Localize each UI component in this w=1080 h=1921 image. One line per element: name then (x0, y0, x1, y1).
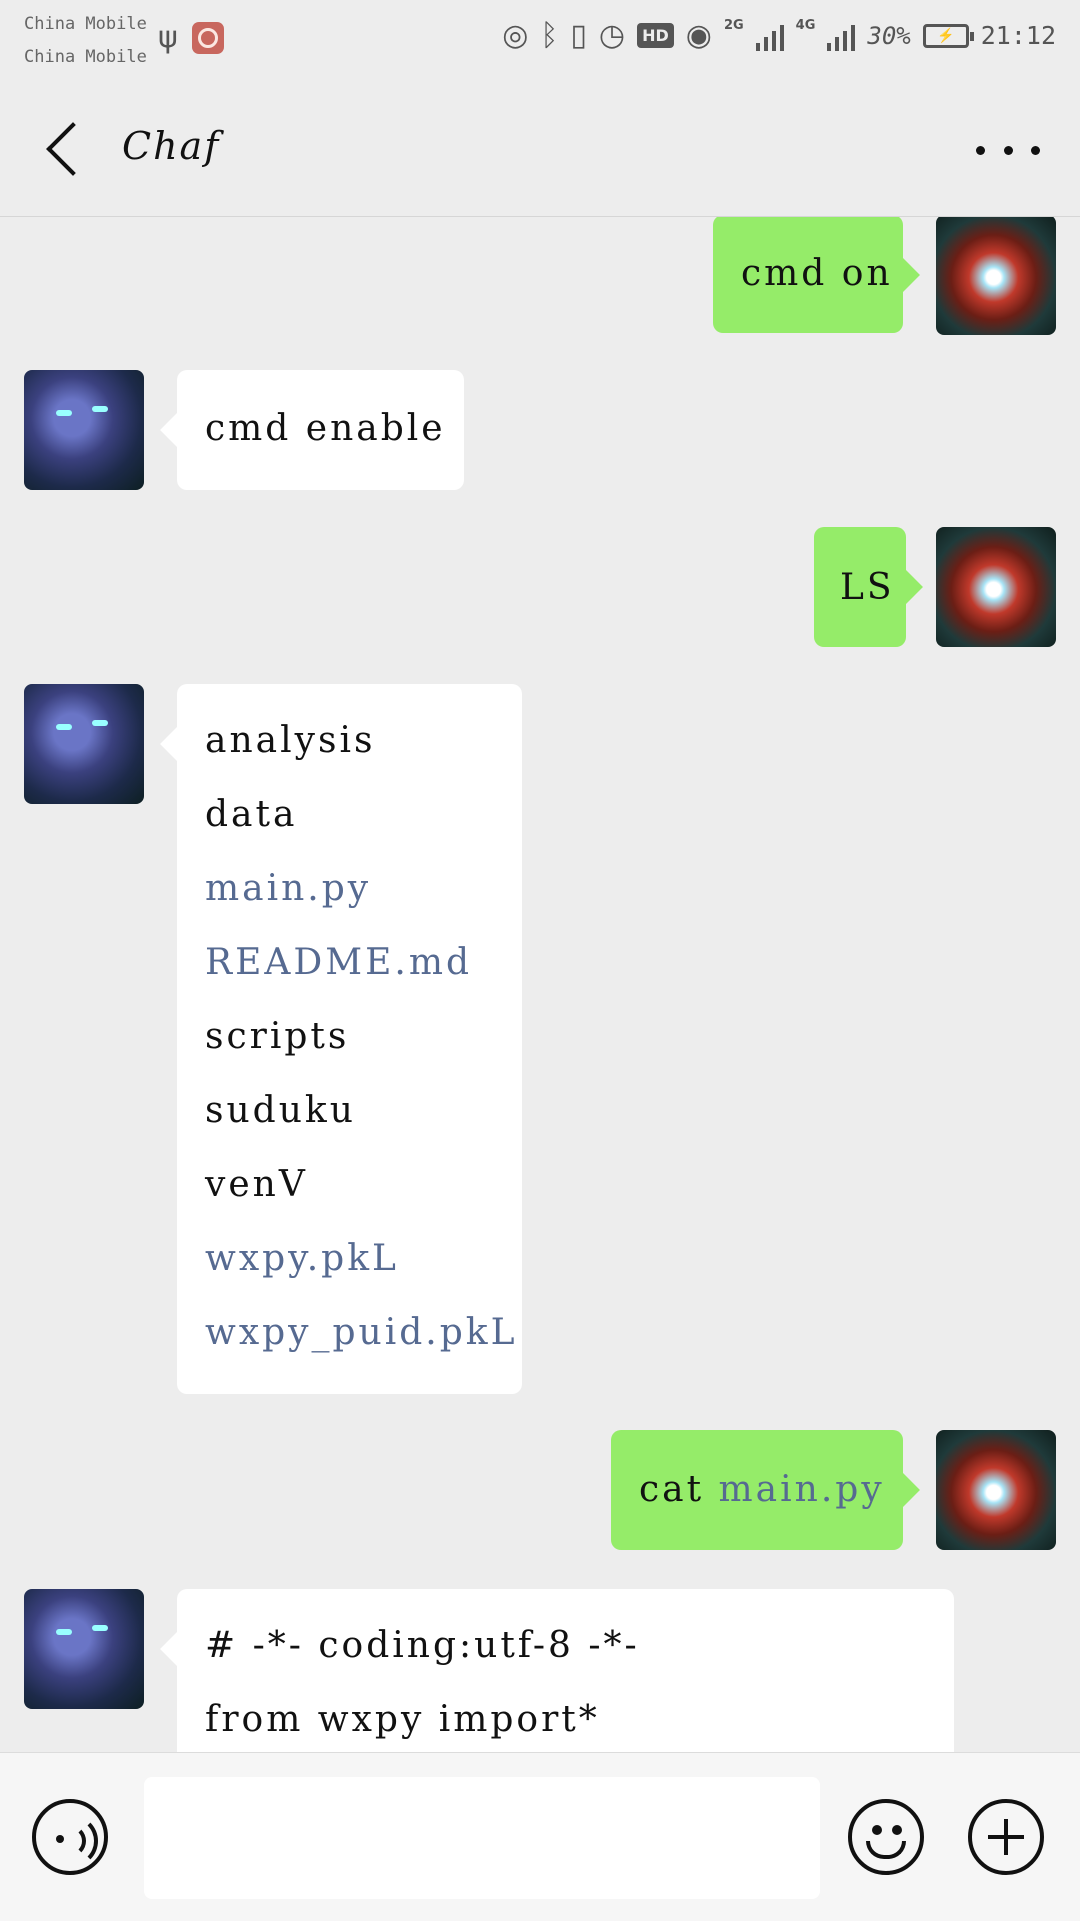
emoji-button[interactable] (848, 1799, 924, 1875)
more-dot-icon (1003, 145, 1013, 155)
file-list-item: suduku (205, 1090, 356, 1131)
bluetooth-icon: ᛒ (540, 18, 559, 53)
back-button[interactable] (40, 120, 90, 180)
contact-avatar[interactable] (24, 370, 144, 490)
message-text: LS (840, 567, 895, 608)
eye-icon: ◉ (685, 18, 712, 53)
file-link[interactable]: main.py (205, 852, 522, 926)
command-text: cat (639, 1469, 705, 1510)
more-dot-icon (976, 145, 985, 155)
my-avatar[interactable] (936, 527, 1056, 647)
network-type-2: 4G (795, 18, 816, 33)
battery-icon: ⚡ (922, 23, 974, 48)
signal-icon (755, 21, 784, 51)
file-list-item: analysis (205, 720, 376, 761)
message-text: cmd on (741, 253, 893, 294)
file-link[interactable]: wxpy.pkL (205, 1222, 522, 1296)
carrier-2: China Mobile (24, 47, 147, 67)
network-type-1: 2G (723, 18, 744, 33)
message-input[interactable] (144, 1777, 820, 1899)
my-avatar[interactable] (936, 1430, 1056, 1550)
composer-bar (0, 1752, 1080, 1921)
message-list[interactable]: cmd on cmd enable LS analysis data main.… (0, 217, 1080, 1752)
file-link[interactable]: README.md (205, 926, 522, 1000)
clock: 21:12 (980, 21, 1056, 50)
file-link[interactable]: main.py (719, 1469, 885, 1510)
app-icon (191, 21, 224, 54)
file-list-item: data (205, 794, 298, 835)
message-text: cmd enable (205, 408, 446, 449)
code-line: from wxpy import* (205, 1699, 600, 1740)
message-text: cat main.py (611, 1430, 903, 1527)
hotspot-icon: ◎ (502, 18, 529, 53)
code-line: # -*- coding:utf-8 -*- (205, 1625, 640, 1666)
message-bubble-incoming[interactable]: cmd enable (177, 370, 464, 490)
voice-wave-icon (46, 1815, 98, 1867)
message-bubble-outgoing[interactable]: cmd on (713, 217, 903, 333)
more-dot-icon (1031, 145, 1040, 155)
more-options-button[interactable] (976, 132, 1040, 168)
file-list-item: scripts (205, 1016, 350, 1057)
contact-avatar[interactable] (24, 1589, 144, 1709)
carrier-1: China Mobile (24, 14, 147, 34)
hd-icon: HD (637, 23, 674, 48)
message-bubble-incoming[interactable]: analysis data main.py README.md scripts … (177, 684, 522, 1394)
message-bubble-outgoing[interactable]: LS (814, 527, 906, 647)
usb-icon: ψ (158, 20, 178, 55)
file-link[interactable]: wxpy_puid.pkL (205, 1296, 522, 1370)
file-list-item: venV (205, 1164, 308, 1205)
file-list: analysis data main.py README.md scripts … (177, 684, 522, 1370)
code-text: # -*- coding:utf-8 -*- from wxpy import* (177, 1589, 954, 1752)
chat-title: Chaf (122, 124, 221, 168)
voice-input-button[interactable] (32, 1799, 108, 1875)
chat-header: Chaf (0, 80, 1080, 217)
emoji-smile-icon (866, 1841, 906, 1859)
status-bar: China Mobile China Mobile ψ ◎ ᛒ ▯ ◷ HD ◉… (0, 0, 1080, 80)
battery-percent: 30% (867, 21, 911, 50)
alarm-icon: ◷ (598, 18, 626, 53)
emoji-eye-icon (892, 1825, 902, 1835)
more-functions-button[interactable] (968, 1799, 1044, 1875)
carrier-labels: China Mobile China Mobile (24, 8, 147, 74)
contact-avatar[interactable] (24, 684, 144, 804)
message-bubble-outgoing[interactable]: cat main.py (611, 1430, 903, 1550)
vibrate-icon: ▯ (570, 18, 587, 53)
message-bubble-incoming[interactable]: # -*- coding:utf-8 -*- from wxpy import* (177, 1589, 954, 1752)
my-avatar[interactable] (936, 217, 1056, 335)
signal-icon (827, 21, 856, 51)
emoji-eye-icon (872, 1825, 882, 1835)
